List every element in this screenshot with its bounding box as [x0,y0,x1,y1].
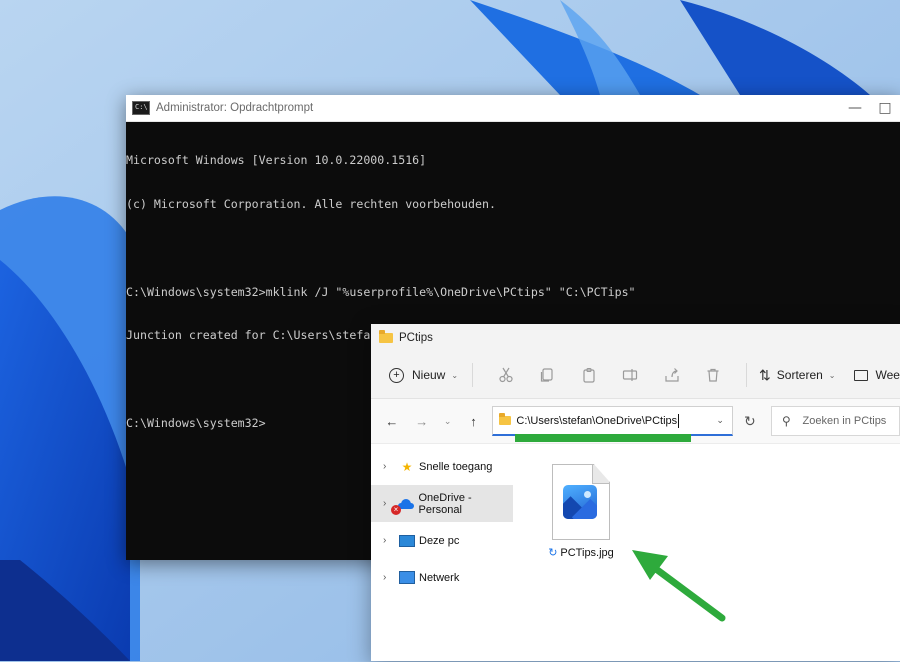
error-badge-icon: × [391,505,401,515]
sidebar-item-label: Snelle toegang [419,460,493,473]
new-button[interactable]: + Nieuw ⌄ [389,367,459,383]
forward-arrow-icon[interactable]: → [409,408,435,434]
paste-icon[interactable] [579,364,599,386]
view-icon [853,369,868,381]
explorer-command-bar: + Nieuw ⌄ ⇅ Sorteren ⌄ Wee [371,352,900,399]
console-line: C:\Windows\system32>mklink /J "%userprof… [126,284,636,299]
star-icon: ★ [401,459,413,474]
sort-icon: ⇅ [759,366,771,383]
sidebar-item-label: Netwerk [419,571,460,584]
sidebar-item-network[interactable]: › Netwerk [371,559,513,596]
explorer-navigation-bar: ← → ⌄ ↑ C:\Users\stefan\OneDrive\PCtips … [371,399,900,444]
toolbar-divider [746,363,748,387]
recent-locations-chevron-icon[interactable]: ⌄ [435,408,461,434]
cmd-app-icon: C:\ [132,101,150,115]
up-arrow-icon[interactable]: ↑ [461,408,487,434]
share-icon[interactable] [662,364,682,386]
toolbar-divider [472,363,473,387]
view-button[interactable]: Wee [853,368,900,382]
text-cursor [678,413,680,428]
folder-icon [499,413,512,425]
delete-icon[interactable] [704,364,724,386]
back-arrow-icon[interactable]: ← [379,408,405,434]
explorer-content: › ★ Snelle toegang › × OneDrive - Person… [371,444,900,662]
address-path: C:\Users\stefan\OneDrive\PCtips [516,414,678,427]
sidebar-item-label: Deze pc [419,534,460,547]
console-line: Microsoft Windows [Version 10.0.22000.15… [126,153,427,168]
chevron-down-icon[interactable]: ⌄ [716,415,724,426]
explorer-titlebar[interactable]: PCtips [371,324,900,352]
folder-icon [379,330,393,343]
sidebar-item-onedrive[interactable]: › × OneDrive - Personal [371,485,513,522]
explorer-window-title: PCtips [399,332,433,344]
refresh-icon[interactable]: ↻ [733,406,767,436]
chevron-right-icon[interactable]: › [383,535,393,546]
new-button-label: Nieuw [412,368,446,382]
navigation-pane: › ★ Snelle toegang › × OneDrive - Person… [371,444,513,596]
search-placeholder: Zoeken in PCtips [802,415,887,427]
chevron-right-icon[interactable]: › [383,572,393,583]
cmd-titlebar[interactable]: C:\ Administrator: Opdrachtprompt — □ [126,95,900,122]
console-line: (c) Microsoft Corporation. Alle rechten … [126,196,496,211]
sort-button[interactable]: ⇅ Sorteren ⌄ [759,367,835,384]
file-item[interactable]: ↻ PCTips.jpg [541,464,621,559]
view-button-label: Wee [875,368,900,382]
search-icon: ⚲ [781,414,791,428]
file-name: PCTips.jpg [560,546,614,559]
copy-icon[interactable] [537,364,557,386]
sync-icon: ↻ [548,547,558,559]
chevron-right-icon[interactable]: › [383,461,393,472]
chevron-down-icon: ⌄ [451,370,459,380]
pc-icon [399,534,415,548]
search-input[interactable]: ⚲ Zoeken in PCtips [770,406,900,436]
cut-icon[interactable] [496,364,516,386]
sidebar-item-quick-access[interactable]: › ★ Snelle toegang [371,448,513,485]
sort-button-label: Sorteren [776,368,823,382]
chevron-down-icon: ⌄ [828,370,836,380]
plus-icon: + [389,367,404,383]
rename-icon[interactable] [621,364,641,386]
cmd-window-title: Administrator: Opdrachtprompt [156,102,314,114]
image-file-icon [552,464,610,540]
file-explorer-window[interactable]: PCtips + Nieuw ⌄ ⇅ Sorteren ⌄ Wee ← → ⌄ … [371,324,900,661]
maximize-icon[interactable]: □ [870,95,900,121]
sidebar-item-label: OneDrive - Personal [418,491,472,516]
minimize-icon[interactable]: — [840,95,870,121]
sidebar-item-this-pc[interactable]: › Deze pc [371,522,513,559]
network-icon [399,571,415,585]
address-bar[interactable]: C:\Users\stefan\OneDrive\PCtips ⌄ [492,406,733,436]
